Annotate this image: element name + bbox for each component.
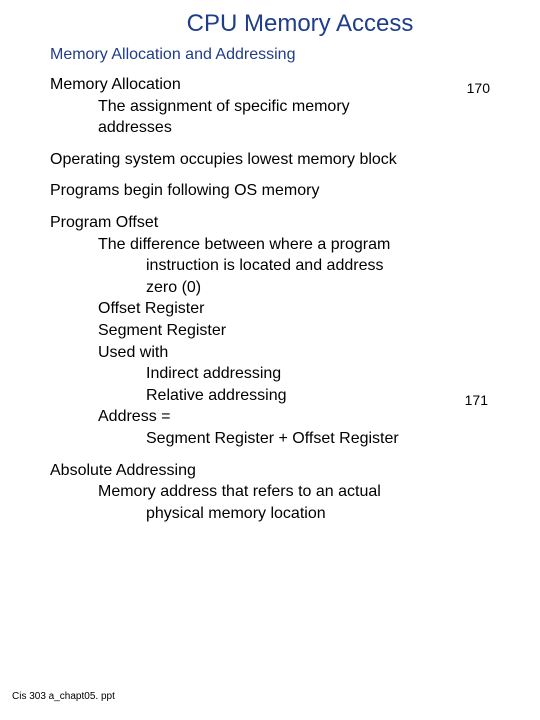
page-number-2: 171 — [465, 392, 488, 408]
text-line: zero (0) — [146, 277, 520, 299]
text-line: The difference between where a program — [98, 234, 520, 256]
text-line: Offset Register — [98, 298, 520, 320]
text-line: Segment Register + Offset Register — [146, 428, 520, 450]
slide: CPU Memory Access Memory Allocation and … — [0, 0, 540, 720]
text-line: physical memory location — [146, 503, 520, 525]
text-line: Indirect addressing — [146, 363, 520, 385]
slide-subtitle: Memory Allocation and Addressing — [50, 46, 540, 64]
text-line: Address = — [98, 406, 520, 428]
text-line: Memory address that refers to an actual — [98, 481, 520, 503]
section-absolute-addressing: Absolute Addressing Memory address that … — [50, 460, 520, 525]
heading-absolute-addressing: Absolute Addressing — [50, 460, 520, 482]
page-number-1: 170 — [467, 80, 490, 96]
section-memory-allocation: Memory Allocation The assignment of spec… — [50, 74, 520, 139]
text-line: The assignment of specific memory — [98, 96, 520, 118]
footer-filename: Cis 303 a_chapt05. ppt — [12, 691, 115, 702]
text-line: addresses — [98, 117, 520, 139]
heading-memory-allocation: Memory Allocation — [50, 74, 520, 96]
text-line-programs: Programs begin following OS memory — [50, 180, 520, 202]
slide-title: CPU Memory Access — [0, 10, 540, 38]
text-line-os: Operating system occupies lowest memory … — [50, 149, 520, 171]
section-program-offset: Program Offset The difference between wh… — [50, 212, 520, 450]
content-area: Memory Allocation The assignment of spec… — [50, 74, 520, 524]
text-line: Segment Register — [98, 320, 520, 342]
text-line: Used with — [98, 342, 520, 364]
heading-program-offset: Program Offset — [50, 212, 520, 234]
text-line: instruction is located and address — [146, 255, 520, 277]
